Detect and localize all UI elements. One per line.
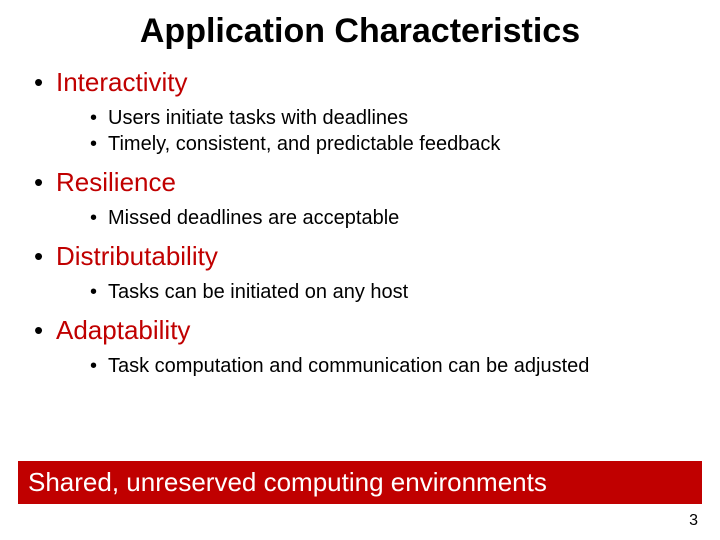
- bullet-heading: Interactivity: [56, 67, 188, 97]
- bullet-list: Interactivity Users initiate tasks with …: [0, 67, 720, 379]
- bullet-item: Interactivity Users initiate tasks with …: [34, 67, 720, 157]
- slide-title: Application Characteristics: [0, 12, 720, 51]
- bullet-item: Resilience Missed deadlines are acceptab…: [34, 167, 720, 231]
- slide: Application Characteristics Interactivit…: [0, 0, 720, 540]
- sub-bullet-item: Task computation and communication can b…: [90, 353, 720, 379]
- sub-bullet-list: Task computation and communication can b…: [56, 353, 720, 379]
- page-number: 3: [689, 512, 698, 530]
- sub-bullet-item: Users initiate tasks with deadlines: [90, 105, 720, 131]
- sub-bullet-list: Missed deadlines are acceptable: [56, 205, 720, 231]
- sub-bullet-item: Timely, consistent, and predictable feed…: [90, 131, 720, 157]
- sub-bullet-list: Tasks can be initiated on any host: [56, 279, 720, 305]
- bullet-heading: Resilience: [56, 167, 176, 197]
- sub-bullet-item: Tasks can be initiated on any host: [90, 279, 720, 305]
- sub-bullet-list: Users initiate tasks with deadlines Time…: [56, 105, 720, 157]
- bullet-item: Distributability Tasks can be initiated …: [34, 241, 720, 305]
- sub-bullet-item: Missed deadlines are acceptable: [90, 205, 720, 231]
- bullet-heading: Distributability: [56, 241, 218, 271]
- summary-banner: Shared, unreserved computing environment…: [18, 461, 702, 504]
- bullet-item: Adaptability Task computation and commun…: [34, 315, 720, 379]
- bullet-heading: Adaptability: [56, 315, 190, 345]
